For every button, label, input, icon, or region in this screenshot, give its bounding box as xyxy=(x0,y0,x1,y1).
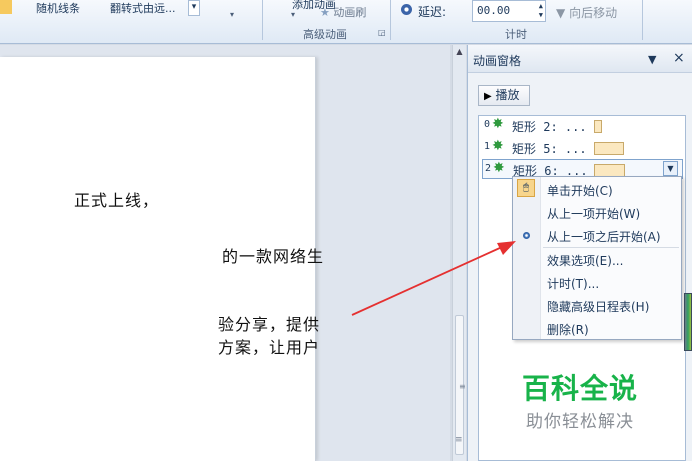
dialog-launcher-icon[interactable]: ◲ xyxy=(378,28,386,37)
grip-icon: ≡ xyxy=(459,382,466,391)
gallery-item-flip[interactable]: 翻转式由远... xyxy=(110,0,184,14)
splitter-grip-icon[interactable]: ≡ xyxy=(455,435,463,445)
menu-separator xyxy=(543,247,679,248)
text-line: 正式上线， xyxy=(74,191,160,210)
item-number: 2 xyxy=(485,163,492,174)
play-button[interactable]: ▶ 播放 xyxy=(478,85,530,106)
green-star-effect-icon: ✸ xyxy=(492,116,504,132)
close-icon[interactable]: × xyxy=(673,50,685,66)
menu-item-hide-advanced-timeline[interactable]: 隐藏高级日程表(H) xyxy=(547,298,649,315)
vertical-scrollbar[interactable]: ▲ ≡ xyxy=(452,45,466,461)
menu-item-after-previous[interactable]: 从上一项之后开始(A) xyxy=(547,228,661,245)
delay-label: 延迟: xyxy=(418,5,447,19)
group-divider xyxy=(390,0,391,40)
gallery-more-button[interactable]: ▾ xyxy=(188,0,200,16)
item-dropdown-button[interactable]: ▼ xyxy=(663,161,678,176)
context-menu: 🖱 单击开始(C) 从上一项开始(W) 从上一项之后开始(A) 效果选项(E).… xyxy=(512,176,682,340)
down-arrow-icon: ▼ xyxy=(556,6,566,20)
text-line: 的一款网络生 xyxy=(222,247,325,266)
menu-gutter xyxy=(513,177,541,339)
group-label-advanced-animation: 高级动画 xyxy=(303,28,347,41)
group-divider xyxy=(642,0,643,40)
text-line: 验分享，提供 xyxy=(218,315,321,334)
delay-value: 00.00 xyxy=(477,4,511,17)
side-thumbnail xyxy=(684,293,692,351)
menu-item-with-previous[interactable]: 从上一项开始(W) xyxy=(547,205,640,222)
menu-item-timing[interactable]: 计时(T)... xyxy=(547,275,599,292)
brush-icon: ★ xyxy=(320,6,330,19)
slide-page[interactable]: 正式上线， 的一款网络生 验分享，提供 方案，让用户 xyxy=(0,57,323,461)
pane-title: 动画窗格 xyxy=(473,54,522,68)
item-label: 矩形 5: ... xyxy=(512,142,587,156)
dropdown-arrow-icon[interactable]: ▾ xyxy=(291,10,295,19)
green-star-effect-icon: ✸ xyxy=(493,160,505,176)
move-later-label: 向后移动 xyxy=(569,6,618,20)
group-divider xyxy=(262,0,263,40)
text-line: 方案，让用户 xyxy=(218,338,321,357)
timing-bar[interactable] xyxy=(594,120,602,133)
radio-selected-icon xyxy=(523,232,530,239)
play-icon: ▶ xyxy=(484,91,492,102)
ribbon: 随机线条 翻转式由远... ▾ 添加动画 ▾ ▾ ★ 动画刷 高级动画 ◲ 延迟… xyxy=(0,0,692,44)
animation-item[interactable]: 1 ✸ 矩形 5: ... xyxy=(482,138,683,158)
gallery-item-random-lines[interactable]: 随机线条 xyxy=(36,0,92,14)
move-later-button[interactable]: ▼ 向后移动 xyxy=(556,4,617,21)
animation-painter-label: 动画刷 xyxy=(333,6,367,19)
mouse-click-icon: 🖱 xyxy=(517,179,535,197)
pane-options-icon[interactable]: ▼ xyxy=(648,53,656,66)
timing-bar[interactable] xyxy=(594,142,624,155)
group-label-timing: 计时 xyxy=(505,28,527,41)
watermark-subtitle: 助你轻松解决 xyxy=(526,412,634,432)
scroll-thumb[interactable]: ≡ xyxy=(455,315,466,455)
play-label: 播放 xyxy=(495,88,520,102)
green-star-effect-icon: ✸ xyxy=(492,138,504,154)
item-number: 0 xyxy=(484,119,491,130)
item-number: 1 xyxy=(484,141,491,152)
pane-header: 动画窗格 ▼ × xyxy=(468,45,692,73)
menu-item-effect-options[interactable]: 效果选项(E)... xyxy=(547,252,623,269)
dropdown-arrow-icon[interactable]: ▾ xyxy=(230,10,234,19)
clock-icon xyxy=(401,4,412,15)
scroll-up-icon[interactable]: ▲ xyxy=(453,47,466,56)
slide-area: 正式上线， 的一款网络生 验分享，提供 方案，让用户 xyxy=(0,45,450,461)
item-label: 矩形 2: ... xyxy=(512,120,587,134)
delay-input[interactable]: 00.00 ▲ ▼ xyxy=(472,0,546,22)
animation-item[interactable]: 0 ✸ 矩形 2: ... xyxy=(482,116,683,136)
watermark: 百科全说 助你轻松解决 xyxy=(500,367,660,432)
menu-item-delete[interactable]: 删除(R) xyxy=(547,321,589,338)
menu-item-on-click[interactable]: 单击开始(C) xyxy=(547,182,613,199)
gallery-item-selected[interactable] xyxy=(0,0,12,14)
delay-spinner[interactable]: ▲ ▼ xyxy=(539,2,543,20)
watermark-title: 百科全说 xyxy=(521,372,638,405)
animation-painter-button[interactable]: ★ 动画刷 xyxy=(320,4,366,20)
